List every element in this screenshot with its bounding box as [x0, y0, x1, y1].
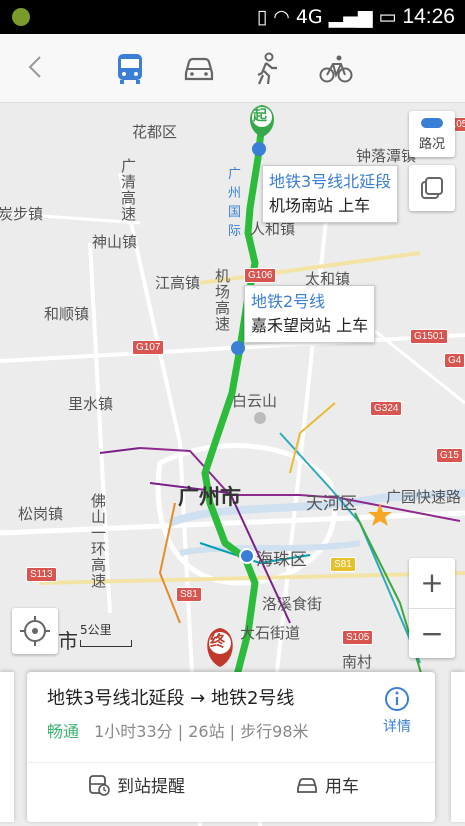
- previous-route-card[interactable]: [0, 672, 14, 822]
- chevron-left-icon: [28, 56, 41, 78]
- place-label: 白云山: [232, 392, 278, 410]
- highway-label: 机场高速: [213, 268, 231, 332]
- bus-icon: [118, 54, 142, 84]
- crosshair-icon: [20, 616, 50, 646]
- road-badge: S105: [342, 630, 374, 645]
- detail-button[interactable]: 详情: [377, 686, 417, 736]
- clock: 14:26: [402, 5, 455, 28]
- zoom-control: + −: [409, 558, 455, 658]
- walk-icon: [257, 52, 277, 85]
- scale-bar: [80, 640, 132, 647]
- place-label: 神山镇: [92, 233, 138, 251]
- road-badge: S113: [26, 567, 57, 582]
- bus-clock-icon: [89, 774, 110, 796]
- boarding-callout-1[interactable]: 地铁3号线北延段 机场南站 上车: [262, 165, 399, 223]
- route-card[interactable]: 地铁3号线北延段 → 地铁2号线 畅通 1小时33分 | 26站 | 步行98米…: [27, 672, 435, 822]
- transport-mode-bar: [0, 34, 465, 103]
- walk-mode-button[interactable]: [249, 51, 285, 87]
- place-label: 南村: [342, 653, 373, 671]
- divider: [27, 762, 435, 763]
- layers-icon: [421, 177, 443, 199]
- road-badge: S81: [330, 557, 356, 572]
- highway-label: 广清高速: [119, 158, 137, 222]
- road-badge: G1501: [410, 329, 449, 344]
- traffic-label: 路况: [418, 137, 445, 152]
- locate-button[interactable]: [12, 608, 58, 654]
- district-label: 天河区: [306, 494, 357, 514]
- status-bar: ▯ ◠ 4G ▂▄▆ ▭ 14:26: [0, 0, 465, 34]
- road-badge: G4: [444, 353, 465, 368]
- park-icon: [254, 412, 266, 424]
- district-label: 海珠区: [256, 550, 307, 570]
- ride-hailing-button[interactable]: 用车: [295, 772, 359, 797]
- zoom-out-button[interactable]: −: [409, 609, 455, 659]
- car-icon: [184, 57, 214, 81]
- city-fragment-label: 市: [58, 629, 78, 653]
- map-scale: 5公里: [80, 621, 132, 647]
- zoom-in-button[interactable]: +: [409, 558, 455, 609]
- highway-label: 佛山一环高速: [89, 493, 107, 589]
- place-label: 炭步镇: [0, 205, 44, 223]
- route-summary: 1小时33分 | 26站 | 步行98米: [94, 722, 309, 741]
- car-icon: [297, 777, 317, 793]
- bus-mode-button[interactable]: [112, 51, 148, 87]
- callout-line-name: 地铁2号线: [251, 292, 326, 311]
- callout-stop-name: 机场南站 上车: [269, 196, 371, 215]
- boarding-callout-2[interactable]: 地铁2号线 嘉禾望岗站 上车: [244, 285, 376, 343]
- location-dot-icon: [239, 548, 255, 564]
- road-badge: G107: [132, 340, 165, 355]
- place-label: 大石街道: [240, 624, 301, 642]
- highway-label: 广园快速路: [386, 488, 462, 506]
- road-badge: G324: [370, 401, 403, 416]
- route-title: 地铁3号线北延段 → 地铁2号线: [47, 688, 295, 709]
- network-type: 4G: [295, 6, 323, 28]
- place-label: 江高镇: [155, 274, 201, 292]
- info-icon: [385, 687, 409, 711]
- layers-button[interactable]: [409, 165, 455, 211]
- vibrate-icon: ▯: [256, 6, 268, 28]
- callout-stop-name: 嘉禾望岗站 上车: [251, 316, 369, 335]
- bike-icon: [319, 55, 353, 83]
- traffic-icon: [421, 118, 443, 128]
- place-label: 洛溪食街: [262, 595, 323, 613]
- airport-label: 广州国际: [228, 167, 242, 239]
- road-badge: G15: [436, 448, 463, 463]
- place-label: 钟落潭镇: [356, 147, 417, 165]
- city-label: 广州市: [178, 485, 241, 509]
- ride-hailing-label: 用车: [325, 777, 359, 797]
- end-marker-label: 终: [210, 632, 226, 650]
- arrival-reminder-label: 到站提醒: [117, 777, 185, 797]
- app-notification-icon: [12, 8, 30, 26]
- scale-label: 5公里: [80, 623, 112, 637]
- place-label: 花都区: [132, 123, 178, 141]
- bike-mode-button[interactable]: [318, 51, 354, 87]
- start-marker-label: 起: [253, 108, 267, 124]
- traffic-button[interactable]: 路况: [409, 111, 455, 157]
- detail-label: 详情: [383, 719, 411, 735]
- metro-station-icon: [252, 142, 266, 156]
- callout-line-name: 地铁3号线北延段: [269, 172, 392, 191]
- road-badge: S81: [176, 587, 202, 602]
- place-label: 和顺镇: [44, 305, 90, 323]
- arrival-reminder-button[interactable]: 到站提醒: [87, 772, 185, 797]
- car-mode-button[interactable]: [181, 51, 217, 87]
- next-route-card[interactable]: [451, 672, 465, 822]
- place-label: 松岗镇: [18, 505, 64, 523]
- signal-icon: ▂▄▆: [328, 6, 373, 28]
- route-meta: 畅通 1小时33分 | 26站 | 步行98米: [47, 718, 309, 742]
- wifi-icon: ◠: [273, 6, 290, 28]
- back-button[interactable]: [22, 52, 52, 82]
- metro-station-icon: [231, 341, 245, 355]
- road-badge: G106: [244, 268, 277, 283]
- traffic-status: 畅通: [47, 722, 80, 741]
- place-label: 里水镇: [68, 395, 114, 413]
- battery-icon: ▭: [378, 6, 397, 28]
